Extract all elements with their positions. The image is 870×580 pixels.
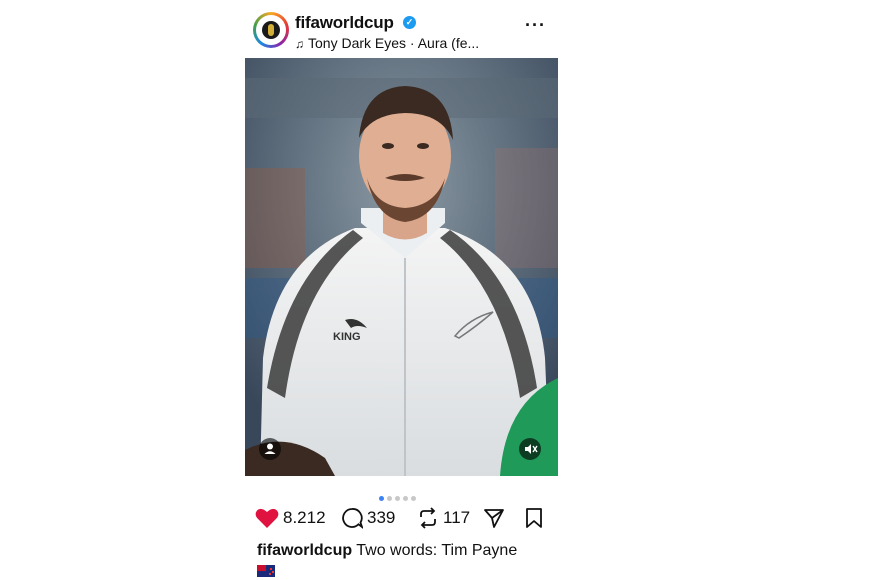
person-tag-icon[interactable] (259, 438, 281, 460)
like-count: 8.212 (283, 508, 326, 527)
fifa-logo-icon (262, 21, 280, 39)
photo-illustration: KING (245, 58, 558, 476)
flag-union-corner (257, 565, 266, 571)
music-attribution[interactable]: ♫ Tony Dark Eyes · Aura (fe... (295, 35, 479, 51)
comment-button[interactable]: 339 (341, 506, 395, 530)
flag-star (272, 571, 274, 573)
pager-dot (395, 496, 400, 501)
save-button[interactable] (524, 506, 544, 530)
caption-text: Two words: Tim Payne (352, 542, 518, 559)
verified-check-icon: ✓ (403, 16, 416, 29)
action-bar: 8.212 339 117 (255, 506, 555, 530)
share-button[interactable] (483, 506, 505, 530)
post-header: fifaworldcup ✓ ♫ Tony Dark Eyes · Aura (f… (245, 10, 558, 56)
pager-dot (379, 496, 384, 501)
new-zealand-flag-icon (257, 565, 275, 577)
bookmark-icon (526, 508, 542, 528)
username[interactable]: fifaworldcup (295, 13, 394, 33)
heart-icon (255, 508, 279, 528)
comment-count: 339 (367, 508, 396, 527)
more-dots-icon[interactable]: ··· (525, 16, 546, 34)
speaker-muted-icon[interactable] (519, 438, 541, 460)
pager-dot (403, 496, 408, 501)
caption: fifaworldcup Two words: Tim Payne (257, 542, 517, 560)
caption-username[interactable]: fifaworldcup (257, 542, 352, 559)
music-note-icon: ♫ (295, 37, 304, 51)
avatar-ring-inner (256, 15, 286, 45)
flag-star (270, 568, 272, 570)
comment-bubble-icon (342, 508, 363, 529)
repost-count: 117 (443, 508, 471, 527)
profile-avatar[interactable] (253, 12, 289, 48)
like-button[interactable]: 8.212 (255, 506, 326, 530)
repost-button[interactable]: 117 (417, 506, 470, 530)
repost-icon (420, 507, 436, 529)
pager-dot (387, 496, 392, 501)
carousel-pager (379, 488, 419, 501)
post-photo[interactable]: KING (245, 58, 558, 476)
post-card: fifaworldcup ✓ ♫ Tony Dark Eyes · Aura (f… (245, 0, 558, 580)
send-icon (484, 509, 504, 528)
pager-dot (411, 496, 416, 501)
flag-star (269, 573, 271, 575)
svg-text:KING: KING (333, 331, 361, 343)
music-text: Tony Dark Eyes · Aura (fe... (308, 35, 480, 51)
